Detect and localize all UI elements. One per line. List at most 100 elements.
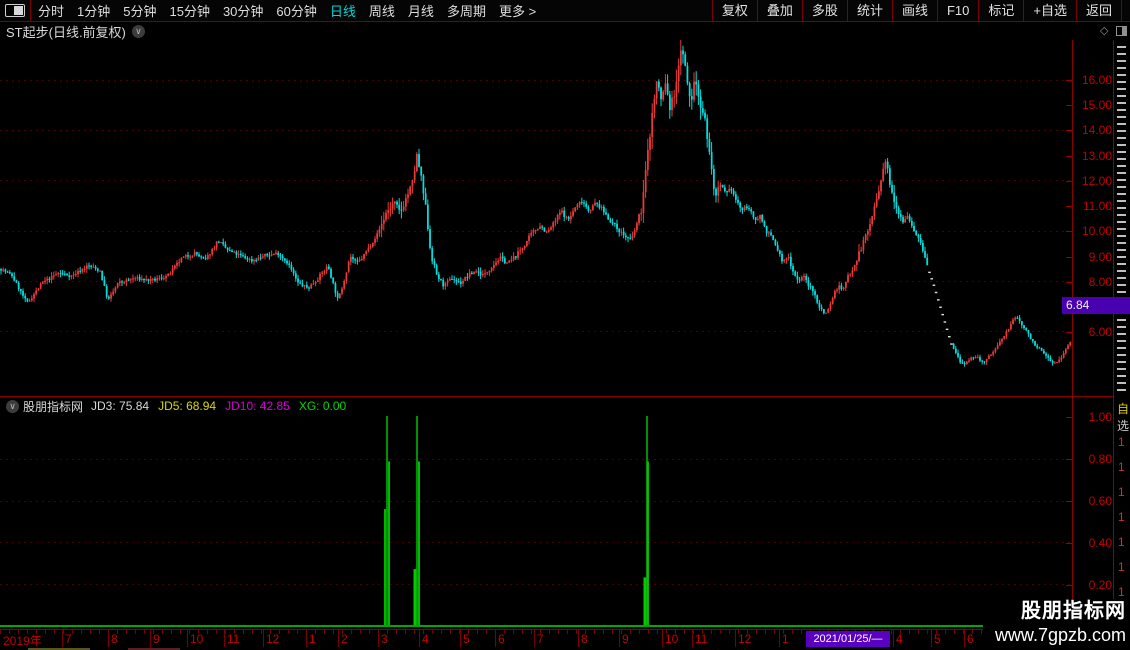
sidebar-toggle-icon[interactable] <box>5 4 25 17</box>
date-tick <box>419 630 420 647</box>
menu-item-分时[interactable]: 分时 <box>38 1 64 20</box>
date-tick-label: 9 <box>153 632 160 646</box>
menu-item-周线[interactable]: 周线 <box>369 1 395 20</box>
axis-label: 1.00 <box>1088 410 1112 424</box>
watermark-brand: 股朋指标网 <box>1021 600 1126 622</box>
date-tick-label: 1 <box>782 632 789 646</box>
toolbar-button-F10[interactable]: F10 <box>936 0 978 21</box>
axis-label: 15.00 <box>1081 98 1112 112</box>
chart-title: ST起步(日线.前复权) <box>6 24 126 40</box>
sidebar-tab-char-top[interactable]: 自 <box>1117 400 1129 417</box>
date-tick-label: 10 <box>665 632 679 646</box>
axis-label: 12.00 <box>1081 174 1112 188</box>
sidebar-quote-digit: 1 <box>1118 510 1125 524</box>
date-tick-label: 7 <box>65 632 72 646</box>
date-tick-label: 8 <box>581 632 588 646</box>
sidebar-quote-digit: 1 <box>1118 460 1125 474</box>
sidebar-quote-digit: 1 <box>1118 535 1125 549</box>
indicator-value-JD10: JD10: 42.85 <box>225 399 290 413</box>
date-tick-label: 2 <box>341 632 348 646</box>
date-tick-label: 12 <box>738 632 752 646</box>
sidebar-quote-digit: 1 <box>1118 585 1125 599</box>
date-tick <box>964 630 965 647</box>
date-tick <box>931 630 932 647</box>
sidebar-tab-char-bottom[interactable]: 选 <box>1117 417 1129 434</box>
indicator-value-JD5: JD5: 68.94 <box>158 399 217 413</box>
date-tick-label: 3 <box>381 632 388 646</box>
right-sidebar-clipped[interactable]: 自 选 1 1 1 1 1 1 1 <box>1113 40 1130 648</box>
date-tick <box>662 630 663 647</box>
menu-item-月线[interactable]: 月线 <box>408 1 434 20</box>
sidebar-text-fragments <box>1117 46 1126 391</box>
date-highlight-marker: 2021/01/25/— <box>806 631 890 647</box>
menu-item-更多 >[interactable]: 更多 > <box>499 1 536 20</box>
toolbar-button-统计[interactable]: 统计 <box>846 0 892 21</box>
toolbar-button-+自选[interactable]: +自选 <box>1023 0 1076 21</box>
sidebar-quote-digit: 1 <box>1118 560 1125 574</box>
date-tick-label: 11 <box>695 632 708 646</box>
indicator-values: JD3: 75.84 JD5: 68.94 JD10: 42.85 XG: 0.00 <box>91 397 355 415</box>
date-tick <box>692 630 693 647</box>
axis-label: 11.00 <box>1082 199 1112 213</box>
menu-item-日线[interactable]: 日线 <box>330 1 356 20</box>
price-tag: 6.84 <box>1062 297 1130 314</box>
menu-item-60分钟[interactable]: 60分钟 <box>276 1 316 20</box>
indicator-collapse-icon[interactable]: ∨ <box>6 399 19 413</box>
sidebar-quote-digit: 1 <box>1118 435 1125 449</box>
date-tick <box>619 630 620 647</box>
date-tick <box>578 630 579 647</box>
date-tick <box>893 630 894 647</box>
toolbar-button-返回[interactable]: 返回 <box>1075 0 1122 21</box>
candlestick-chart-canvas[interactable] <box>0 40 1072 396</box>
date-tick <box>263 630 264 647</box>
date-tick-label: 7 <box>537 632 544 646</box>
axis-label: 14.00 <box>1081 123 1112 137</box>
date-tick <box>62 630 63 647</box>
menu-item-多周期[interactable]: 多周期 <box>447 1 486 20</box>
date-tick <box>378 630 379 647</box>
menu-divider <box>30 0 31 21</box>
date-tick-label: 5 <box>463 632 470 646</box>
date-tick <box>735 630 736 647</box>
date-tick-label: 6 <box>967 632 974 646</box>
indicator-source-label: 股朋指标网 <box>23 399 84 414</box>
date-tick <box>460 630 461 647</box>
axis-label: 0.80 <box>1088 452 1112 466</box>
date-tick-label: 11 <box>227 632 240 646</box>
axis-label: 0.60 <box>1088 494 1112 508</box>
indicator-baseline <box>0 625 1072 627</box>
date-tick-label: 12 <box>266 632 280 646</box>
indicator-value-XG: XG: 0.00 <box>298 399 347 413</box>
date-tick <box>779 630 780 647</box>
date-tick-label: 5 <box>934 632 941 646</box>
date-tick <box>495 630 496 647</box>
menu-item-30分钟[interactable]: 30分钟 <box>223 1 263 20</box>
axis-label: 13.00 <box>1081 149 1112 163</box>
toolbar-button-标记[interactable]: 标记 <box>978 0 1023 21</box>
menu-item-1分钟[interactable]: 1分钟 <box>77 1 110 20</box>
date-tick-label: 4 <box>896 632 903 646</box>
date-tick <box>306 630 307 647</box>
menu-item-5分钟[interactable]: 5分钟 <box>123 1 156 20</box>
chevron-down-icon[interactable]: ∨ <box>131 24 145 38</box>
date-tick-label: 10 <box>190 632 204 646</box>
toolbar-button-多股[interactable]: 多股 <box>801 0 847 21</box>
toolbar-button-复权[interactable]: 复权 <box>711 0 757 21</box>
tools-menu: 复权 叠加 多股 统计 画线 F10 标记 +自选 返回 <box>711 0 1122 21</box>
date-tick <box>187 630 188 647</box>
panel-toggle-icon[interactable] <box>1116 26 1127 36</box>
toolbar-button-叠加[interactable]: 叠加 <box>756 0 802 21</box>
axis-line <box>1072 40 1073 647</box>
date-tick <box>534 630 535 647</box>
date-tick-label: 6 <box>498 632 505 646</box>
date-year-label: 2019年 <box>3 634 42 648</box>
indicator-header: ∨ 股朋指标网 JD3: 75.84 JD5: 68.94 JD10: 42.85 X… <box>0 398 355 414</box>
sidebar-quote-digit: 1 <box>1118 485 1125 499</box>
date-tick-label: 4 <box>422 632 429 646</box>
axis-label: 6.00 <box>1088 325 1112 339</box>
menu-item-15分钟[interactable]: 15分钟 <box>169 1 209 20</box>
indicator-chart-canvas[interactable] <box>0 414 1072 626</box>
date-tick-label: 1 <box>309 632 316 646</box>
trading-app-window: 分时 1分钟 5分钟 15分钟 30分钟 60分钟 日线 周线 月线 多周期 更多 > 复权 叠加 多股… <box>0 0 1130 650</box>
toolbar-button-画线[interactable]: 画线 <box>891 0 937 21</box>
